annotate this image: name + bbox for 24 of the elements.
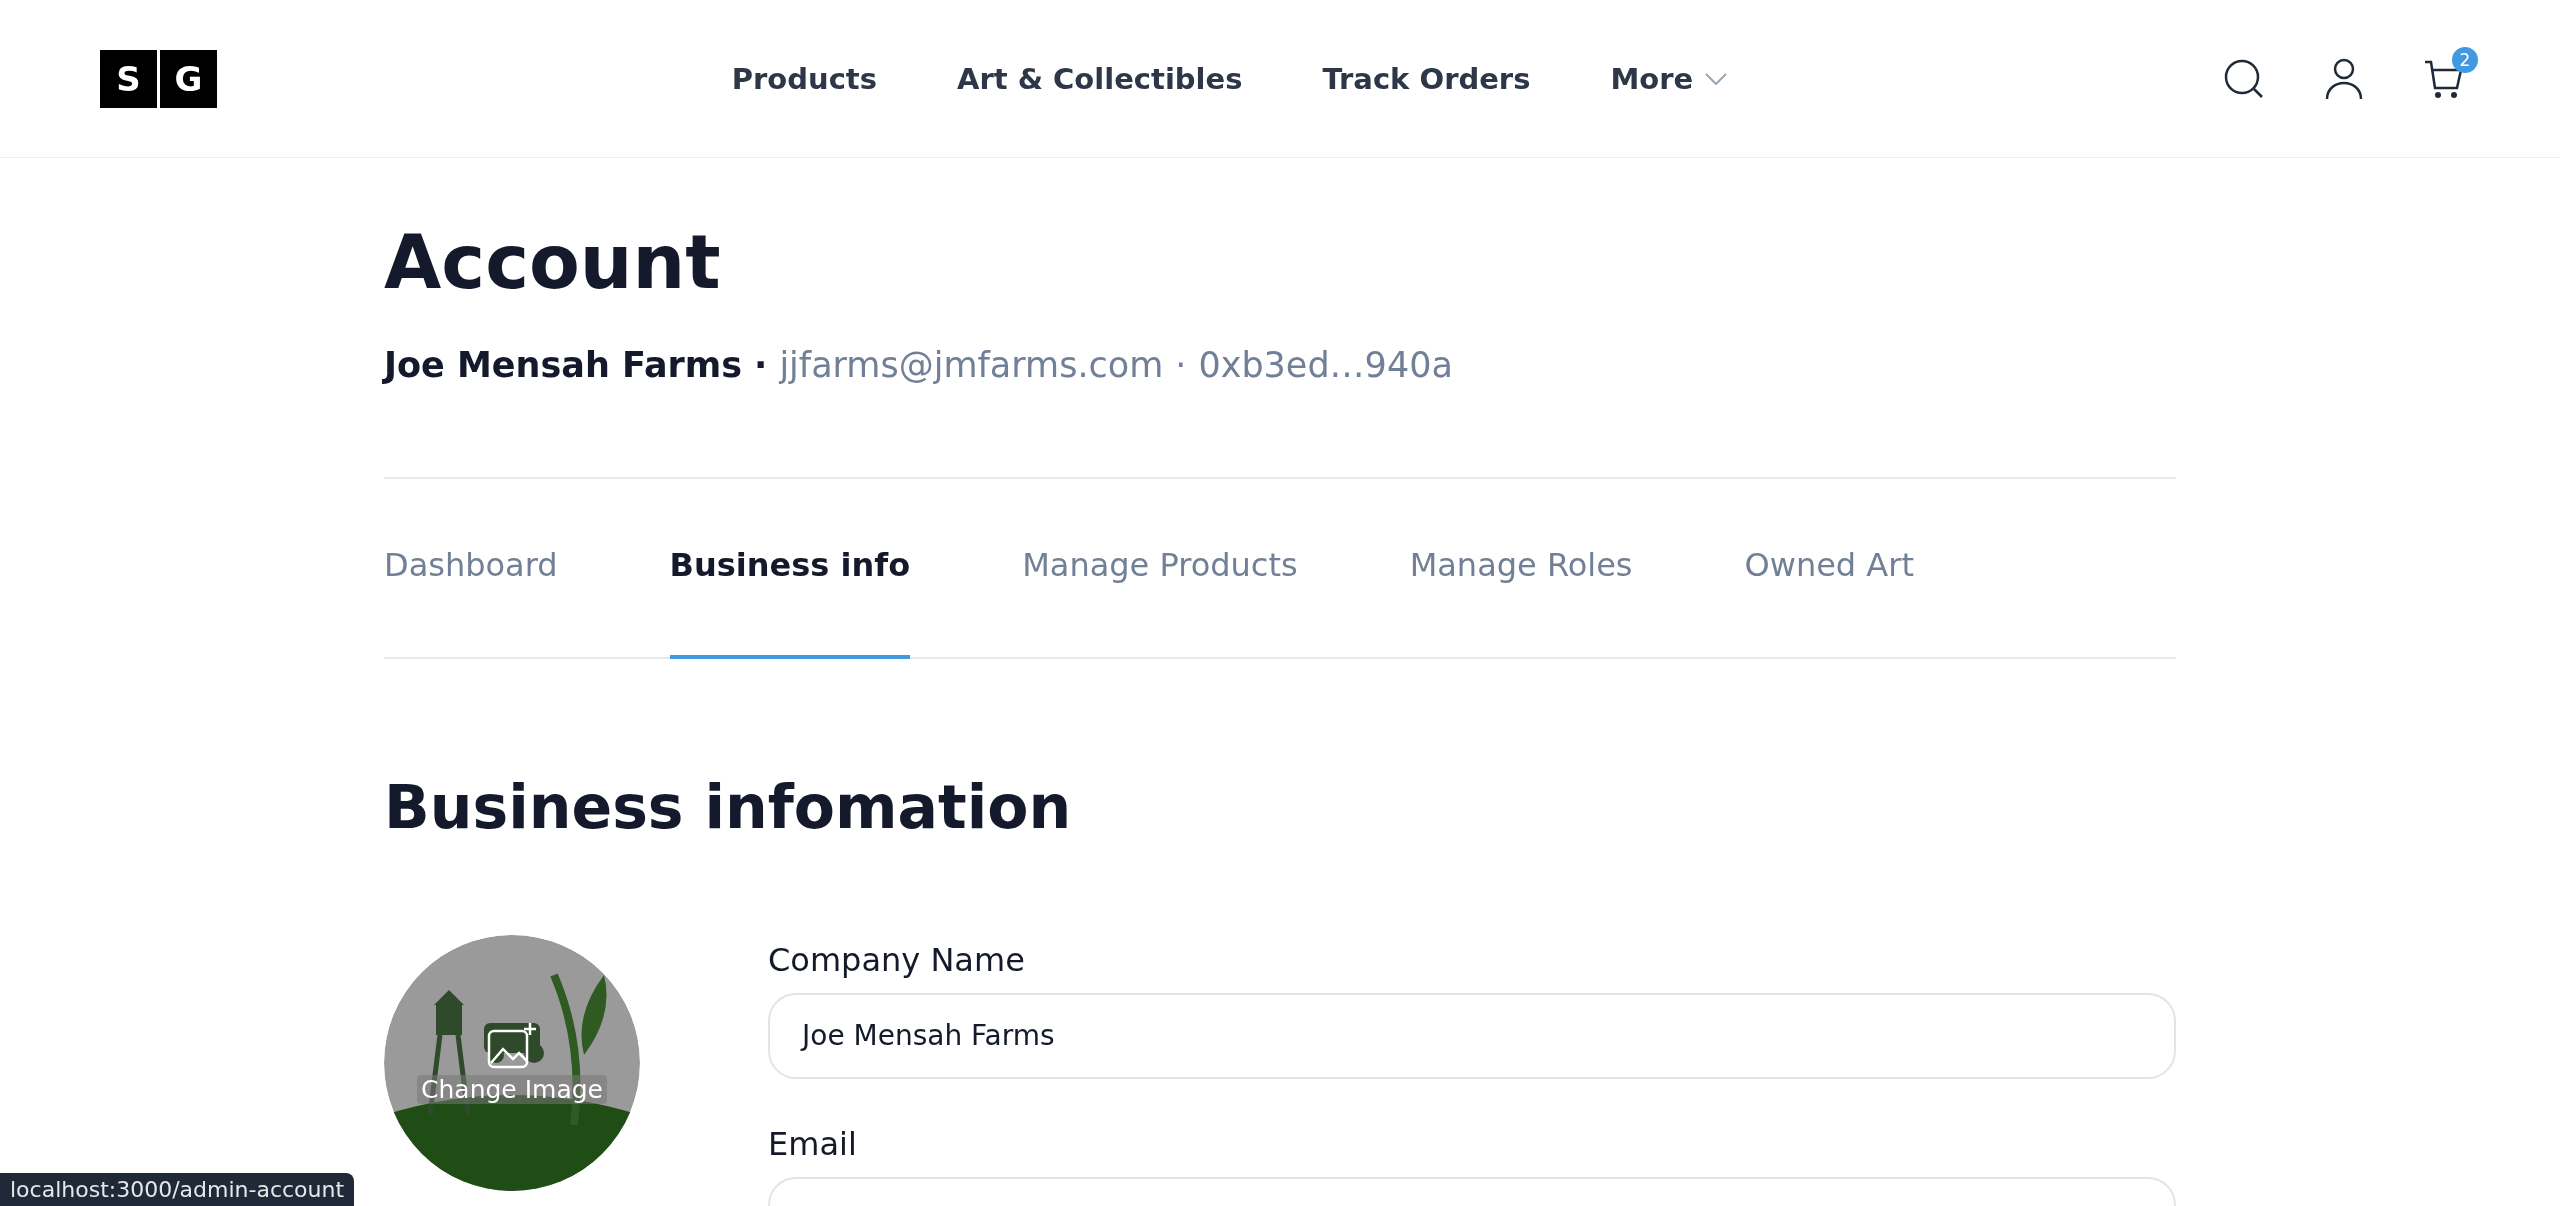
- field-label: Email: [768, 1124, 858, 1163]
- tab[interactable]: Manage Products: [1022, 478, 1298, 659]
- tab[interactable]: Owned Art: [1744, 478, 1914, 659]
- tab[interactable]: Business info: [669, 478, 911, 659]
- cart-count-badge: 2: [2452, 46, 2478, 73]
- nav-link[interactable]: Art & Collectibles: [957, 61, 1243, 96]
- account-email: jjfarms@jmfarms.com: [779, 344, 1164, 385]
- change-image-label: Change Image: [417, 1075, 607, 1105]
- nav-link[interactable]: More: [1610, 61, 1728, 96]
- wallet-address: 0xb3ed…940a: [1198, 344, 1453, 385]
- tab[interactable]: Manage Roles: [1409, 478, 1633, 659]
- nav-link[interactable]: Track Orders: [1322, 61, 1531, 96]
- separator-dot: ·: [754, 344, 768, 385]
- section-title: Business infomation: [384, 771, 1073, 842]
- tab[interactable]: Dashboard: [384, 478, 558, 659]
- separator-dot: ·: [1175, 344, 1187, 385]
- status-bar-url: localhost:3000/admin-account: [0, 1173, 355, 1206]
- field-label: Company Name: [768, 940, 1026, 979]
- text-field[interactable]: Joe Mensah Farms: [768, 992, 2176, 1079]
- page-title: Account: [384, 218, 722, 307]
- nav-link[interactable]: Products: [731, 61, 877, 96]
- account-name: Joe Mensah Farms: [384, 344, 743, 385]
- logo[interactable]: S G: [100, 49, 217, 108]
- change-image-button[interactable]: Change Image: [384, 934, 640, 1191]
